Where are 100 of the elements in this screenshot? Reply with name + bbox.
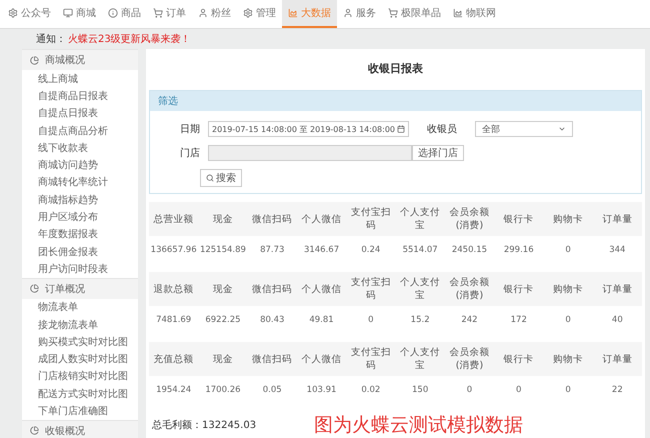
cart-icon	[153, 8, 163, 18]
column-header: 个人微信	[296, 342, 346, 376]
sidebar-item[interactable]: 门店核销实时对比图	[22, 368, 138, 386]
table-cell-text: 0	[564, 244, 572, 257]
column-header: 微信扫码	[248, 202, 297, 236]
table-cell-text: 125154.89	[198, 244, 247, 257]
sidebar-item[interactable]: 自提点商品分析	[22, 122, 138, 140]
table-cell-text: 0	[564, 314, 572, 327]
table-cell-text: 1700.26	[204, 384, 242, 397]
column-header: 现金	[198, 342, 248, 376]
sidebar-item[interactable]: 团长佣金报表	[22, 242, 138, 260]
sidebar-item[interactable]: 商城访问趋势	[22, 156, 138, 174]
gear-icon	[8, 8, 18, 18]
table-cell-text: 0.24	[360, 244, 382, 257]
sidebar-item[interactable]: 线下收款表	[22, 139, 138, 156]
table-cell-text: 150	[411, 384, 430, 397]
column-header: 银行卡	[494, 342, 544, 376]
store-field[interactable]	[208, 145, 412, 161]
table-cell-text: 87.73	[259, 244, 286, 257]
section-title: 商城概况	[45, 54, 85, 67]
table-cell-text: 40	[610, 314, 624, 327]
column-header: 会员余额 (消费)	[444, 342, 494, 376]
pie-chart-icon	[30, 284, 39, 294]
cashier-select[interactable]: 全部	[475, 121, 574, 137]
table-cell-text: 49.81	[308, 314, 335, 327]
pie-chart-icon	[30, 56, 39, 64]
sidebar-section-header[interactable]: 商城概况	[22, 49, 138, 70]
search-icon	[206, 174, 214, 182]
monitor-icon	[63, 8, 73, 18]
section-title: 收银概况	[45, 424, 85, 438]
section-title: 订单概况	[45, 282, 85, 296]
date-label: 日期	[180, 122, 200, 136]
sidebar-item[interactable]: 配送方式实时对比图	[22, 385, 138, 402]
date-range-field[interactable]: 2019-07-15 14:08:00 至 2019-08-13 14:08:00	[208, 121, 410, 137]
column-header: 个人支付宝	[395, 272, 445, 306]
table-cell-text: 0	[515, 384, 522, 397]
table-cell-text: 0.02	[360, 384, 382, 397]
pie-chart-icon	[30, 426, 39, 436]
sidebar-item[interactable]: 商城转化率统计	[22, 174, 138, 192]
sidebar-item[interactable]: 线上商城	[22, 70, 138, 88]
column-header: 会员余额 (消费)	[444, 202, 494, 236]
notice-text: 火蝶云23级更新风暴来袭！	[68, 32, 191, 46]
sidebar-section-header[interactable]: 收银概况	[22, 420, 138, 438]
column-header: 个人支付宝	[395, 342, 445, 376]
table-cell-text: 299.16	[502, 244, 535, 257]
sidebar-item[interactable]: 自提点日报表	[22, 104, 138, 122]
table-cell-text: 3146.67	[302, 244, 340, 257]
nav-tab[interactable]: 粉丝	[192, 0, 237, 28]
table-cell-text: 2450.15	[450, 244, 488, 257]
sidebar-item[interactable]: 商城指标趋势	[22, 191, 138, 208]
cashier-label: 收银员	[427, 123, 458, 136]
notice-label: 通知：	[36, 32, 66, 46]
nav-tab[interactable]: 管理	[237, 0, 282, 28]
table-cell-text: 0	[564, 384, 572, 397]
table-cell-text: 7481.69	[155, 314, 192, 327]
column-header: 支付宝扫码	[346, 202, 396, 236]
table-cell-text: 6922.25	[204, 314, 242, 327]
column-header: 现金	[198, 202, 248, 236]
table-cell-text: 0.05	[262, 384, 283, 397]
sidebar-item[interactable]: 成团人数实时对比图	[22, 350, 138, 368]
sidebar-item[interactable]: 购买模式实时对比图	[22, 333, 138, 350]
chart-icon	[288, 8, 298, 18]
table-cell-text: 136657.96	[150, 244, 198, 257]
column-header: 购物卡	[543, 342, 593, 376]
nav-tab[interactable]: 订单	[147, 0, 192, 28]
column-header: 购物卡	[543, 202, 593, 236]
column-header: 微信扫码	[248, 342, 297, 376]
sidebar-section-header[interactable]: 订单概况	[22, 278, 138, 299]
table-cell-text: 5514.07	[402, 244, 439, 257]
info-icon	[108, 8, 118, 18]
cart-icon	[388, 8, 398, 18]
chart-icon	[453, 8, 463, 18]
column-header: 微信扫码	[248, 272, 297, 306]
nav-tab[interactable]: 商品	[102, 0, 147, 28]
gross-profit-text: 总毛利额：132245.03	[152, 418, 256, 432]
nav-tab[interactable]: 商城	[57, 0, 102, 28]
sidebar-item[interactable]: 年度数据报表	[22, 226, 138, 243]
column-header: 银行卡	[494, 272, 544, 306]
nav-tab[interactable]: 公众号	[2, 0, 57, 28]
nav-tab[interactable]: 极限单品	[382, 0, 447, 28]
column-header: 充值总额	[149, 342, 198, 376]
choose-store-button[interactable]: 选择门店	[412, 145, 464, 161]
column-header: 现金	[198, 272, 248, 306]
table-cell-text: 344	[608, 244, 626, 257]
sidebar-item[interactable]: 用户区域分布	[22, 208, 138, 226]
sidebar-item[interactable]: 下单门店准确图	[22, 402, 138, 420]
column-header: 总营业额	[149, 202, 198, 236]
column-header: 支付宝扫码	[346, 272, 396, 306]
column-header: 个人支付宝	[395, 202, 445, 236]
store-label: 门店	[180, 146, 200, 160]
sidebar-item[interactable]: 接龙物流表单	[22, 316, 138, 334]
nav-tab[interactable]: 物联网	[447, 0, 502, 28]
table-cell-text: 15.2	[410, 314, 431, 327]
column-header: 购物卡	[543, 272, 593, 306]
sidebar-item[interactable]: 自提商品日报表	[22, 87, 138, 105]
search-button[interactable]: 搜索	[200, 169, 242, 187]
sidebar-item[interactable]: 用户访问时段表	[22, 260, 138, 278]
sidebar-item[interactable]: 物流表单	[22, 298, 138, 316]
column-header: 订单量	[592, 342, 642, 376]
nav-tab[interactable]: 服务	[337, 0, 382, 28]
